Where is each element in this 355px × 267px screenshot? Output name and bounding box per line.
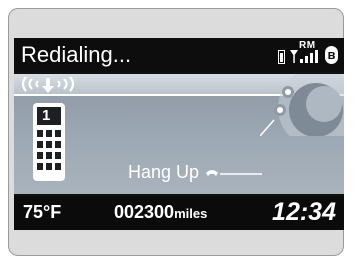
status-icons: RM ʙ — [278, 40, 338, 64]
call-content-area: 1 Hang Up — [14, 74, 344, 194]
battery-icon — [278, 50, 285, 64]
clock: 12:34 — [272, 198, 336, 226]
steering-wheel-switch-icon — [260, 74, 344, 136]
odometer-value: 002300 — [114, 202, 175, 222]
footer-bar: 75°F 002300miles 12:34 — [14, 196, 344, 230]
hang-up-icon — [206, 170, 262, 176]
bluetooth-icon: ʙ — [325, 46, 338, 64]
roam-label: RM — [299, 40, 316, 51]
odometer: 002300miles — [114, 202, 207, 223]
call-status-title: Redialing... — [21, 42, 132, 67]
hang-up-label: Hang Up — [128, 162, 200, 182]
redial-signal-waves-icon — [21, 76, 75, 93]
header-bar: Redialing... RM ʙ — [14, 38, 344, 72]
multi-info-display: Redialing... RM ʙ 1 Hang Up 75°F 002300m… — [14, 38, 344, 230]
odometer-unit: miles — [174, 206, 208, 221]
outside-temperature: 75°F — [23, 202, 62, 222]
speed-dial-slot-number: 1 — [42, 107, 51, 124]
signal-icon: RM — [290, 40, 322, 64]
